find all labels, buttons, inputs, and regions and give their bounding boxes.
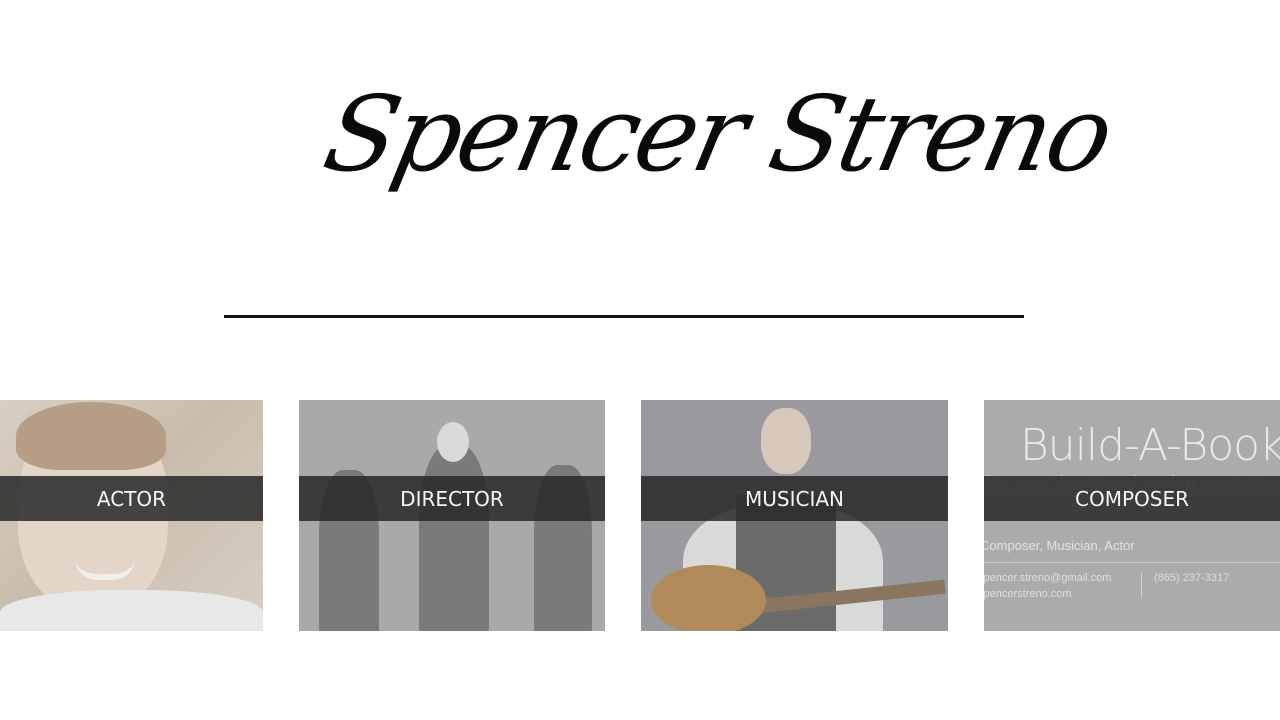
tile-director[interactable]: DIRECTOR (299, 400, 605, 631)
site-title-text: Spencer Streno (314, 73, 1122, 195)
card-email: spencer.streno@gmail.com (984, 572, 1112, 584)
tile-label-musician: MUSICIAN (745, 486, 844, 511)
card-roles: Composer, Musician, Actor (984, 538, 1135, 553)
musician-head (761, 408, 811, 474)
card-rule (984, 562, 1280, 563)
tile-label-band: MUSICIAN (641, 476, 948, 521)
card-phone: (865) 237-3317 (1154, 572, 1230, 584)
page: Spencer Streno ACTOR DIRECTOR MUSICIAN B… (0, 0, 1280, 720)
actor-hair (16, 402, 166, 470)
guitar-body (651, 565, 766, 631)
tile-actor[interactable]: ACTOR (0, 400, 263, 631)
director-figure-center (419, 445, 489, 631)
tile-musician[interactable]: MUSICIAN (641, 400, 948, 631)
tile-composer[interactable]: Build-A-Book Put your heart and soul in … (984, 400, 1280, 631)
card-divider (1141, 572, 1142, 598)
title-divider (224, 315, 1024, 318)
tile-label-band: DIRECTOR (299, 476, 605, 521)
tile-label-composer: COMPOSER (1075, 486, 1189, 511)
site-title-logo[interactable]: Spencer Streno (293, 44, 1121, 294)
tile-label-director: DIRECTOR (400, 486, 504, 511)
tile-label-band: COMPOSER (984, 476, 1280, 521)
tile-label-band: ACTOR (0, 476, 263, 521)
tile-label-actor: ACTOR (96, 486, 167, 511)
card-brand: Build-A-Book (1020, 420, 1280, 471)
director-mask (437, 422, 469, 462)
card-website: spencerstreno.com (984, 588, 1072, 600)
actor-shirt (0, 590, 263, 631)
